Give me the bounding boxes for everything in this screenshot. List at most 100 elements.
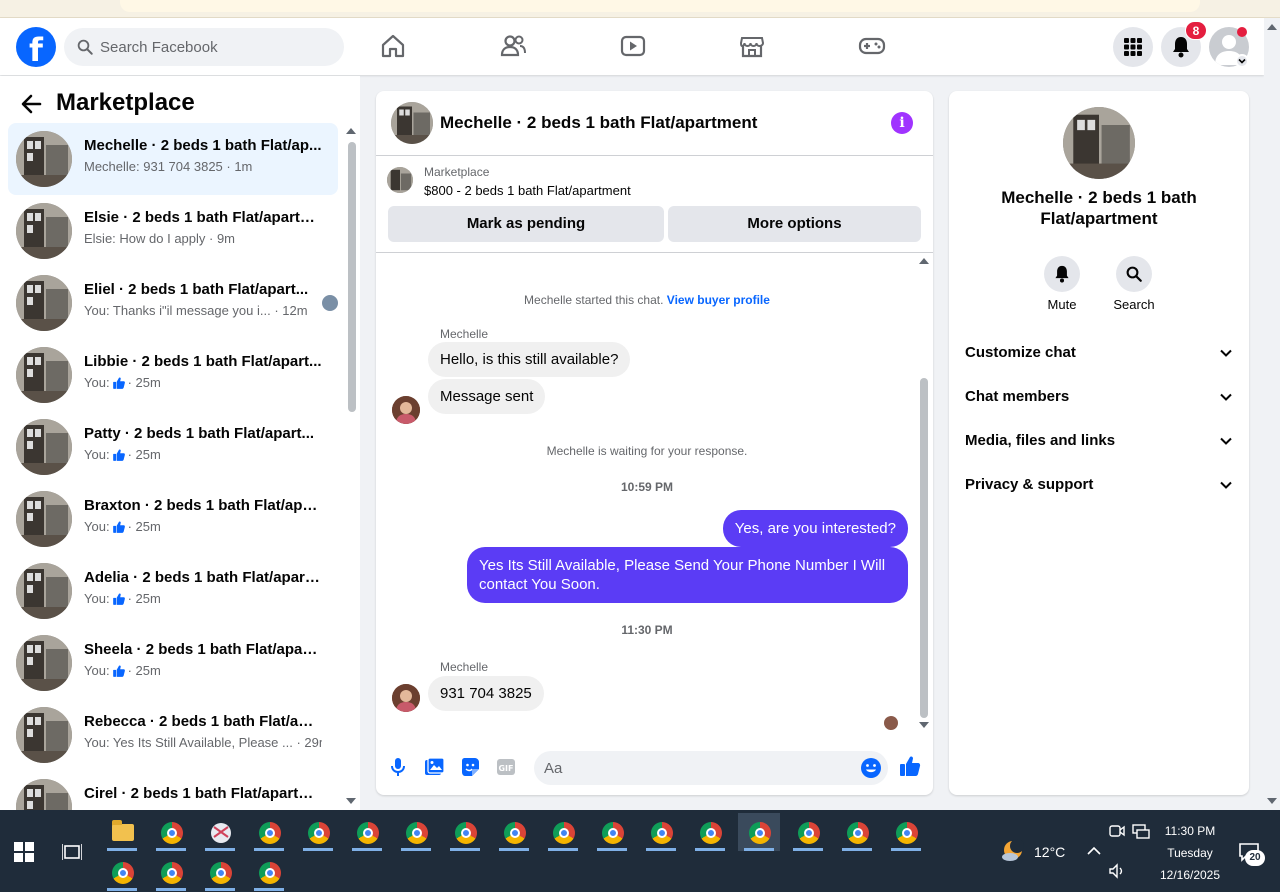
chat-title[interactable]: Mechelle · 2 beds 1 bath Flat/apartment (440, 113, 757, 133)
watch-icon[interactable] (619, 32, 647, 60)
media-files-links-row[interactable]: Media, files and links (949, 419, 1249, 463)
conversation-item[interactable]: Mechelle · 2 beds 1 bath Flat/ap... Meche… (8, 123, 338, 195)
chat-scrollbar[interactable] (918, 258, 930, 730)
snipping-tool-taskbar-button[interactable] (199, 813, 241, 851)
chrome-taskbar-button[interactable] (199, 853, 241, 891)
emoji-icon[interactable] (860, 757, 882, 779)
chrome-taskbar-button[interactable] (444, 813, 486, 851)
message-input[interactable] (544, 751, 844, 785)
conversation-preview: You: · 25m (84, 591, 322, 606)
mute-label: Mute (1047, 297, 1077, 312)
listing-thumbnail[interactable] (391, 102, 433, 144)
last-message: You: Yes Its Still Available, Please ...… (84, 735, 322, 750)
marketplace-icon[interactable] (738, 32, 766, 60)
chrome-icon (700, 822, 722, 844)
chrome-taskbar-button[interactable] (787, 813, 829, 851)
chrome-taskbar-button[interactable] (591, 813, 633, 851)
chat-started-note: Mechelle started this chat. View buyer p… (376, 293, 918, 307)
chat-panel: Mechelle · 2 beds 1 bath Flat/apartment … (376, 91, 933, 795)
sub-suffix: · 25m (127, 519, 161, 534)
incoming-message[interactable]: Message sent (428, 379, 546, 414)
chrome-taskbar-button[interactable] (101, 853, 143, 891)
conversation-item[interactable]: Eliel · 2 beds 1 bath Flat/apart... You: … (8, 267, 338, 339)
conversation-item[interactable]: Braxton · 2 beds 1 bath Flat/apar... You:… (8, 483, 338, 555)
search-in-chat-button[interactable]: Search (1104, 256, 1164, 312)
chat-members-row[interactable]: Chat members (949, 375, 1249, 419)
gif-icon[interactable]: GIF (495, 756, 517, 778)
message-composer: GIF (376, 743, 933, 795)
photo-icon[interactable] (423, 756, 445, 778)
search-input[interactable] (100, 28, 336, 66)
chrome-taskbar-button[interactable] (738, 813, 780, 851)
conversation-item[interactable]: Patty · 2 beds 1 bath Flat/apart... You: ·… (8, 411, 338, 483)
volume-icon[interactable] (1108, 862, 1126, 880)
listing-small-thumbnail[interactable] (387, 167, 413, 193)
conversation-item[interactable]: Rebecca · 2 beds 1 bath Flat/apa... You: … (8, 699, 338, 771)
row-label: Chat members (965, 388, 1070, 405)
chrome-taskbar-button[interactable] (150, 813, 192, 851)
system-clock[interactable]: 11:30 PM Tuesday 12/16/2025 (1150, 820, 1230, 886)
chevron-up-icon[interactable] (1085, 842, 1103, 860)
chevron-down-icon (1220, 393, 1232, 401)
snipping-tool-icon (211, 823, 231, 843)
thumbs-up-icon (112, 665, 125, 677)
chrome-taskbar-button[interactable] (395, 813, 437, 851)
chrome-taskbar-button[interactable] (542, 813, 584, 851)
chrome-taskbar-button[interactable] (885, 813, 927, 851)
more-options-button[interactable]: More options (668, 206, 921, 242)
chrome-taskbar-button[interactable] (150, 853, 192, 891)
incoming-message[interactable]: Hello, is this still available? (428, 342, 631, 377)
conversation-item[interactable]: Libbie · 2 beds 1 bath Flat/apart... You:… (8, 339, 338, 411)
back-arrow-icon[interactable] (20, 93, 42, 115)
file-explorer-taskbar-button[interactable] (101, 813, 143, 851)
chrome-taskbar-button[interactable] (248, 813, 290, 851)
page-scrollbar[interactable] (1264, 18, 1280, 810)
sub-suffix: · 25m (127, 447, 161, 462)
sticker-icon[interactable] (459, 756, 481, 778)
chrome-taskbar-button[interactable] (640, 813, 682, 851)
menu-button[interactable] (1113, 27, 1153, 67)
outgoing-message[interactable]: Yes Its Still Available, Please Send You… (467, 547, 908, 603)
chrome-taskbar-button[interactable] (297, 813, 339, 851)
customize-chat-row[interactable]: Customize chat (949, 331, 1249, 375)
account-chevron-down-icon[interactable] (1235, 54, 1249, 68)
grid-menu-icon (1124, 38, 1142, 56)
conversation-item[interactable]: Elsie · 2 beds 1 bath Flat/apartm... Elsi… (8, 195, 338, 267)
chrome-taskbar-button[interactable] (689, 813, 731, 851)
chrome-taskbar-button[interactable] (836, 813, 878, 851)
meet-now-icon[interactable] (1108, 822, 1126, 840)
microphone-icon[interactable] (387, 756, 409, 778)
mute-button[interactable]: Mute (1032, 256, 1092, 312)
bell-icon (1173, 37, 1189, 58)
listing-price[interactable]: $800 - 2 beds 1 bath Flat/apartment (424, 183, 631, 198)
search-icon (1126, 266, 1142, 282)
friends-icon[interactable] (499, 32, 527, 60)
inbox-scrollbar[interactable] (345, 128, 357, 808)
facebook-logo[interactable]: f (16, 27, 56, 67)
chrome-taskbar-button[interactable] (248, 853, 290, 891)
chrome-taskbar-button[interactable] (346, 813, 388, 851)
task-view-icon[interactable] (62, 842, 82, 862)
view-buyer-profile-link[interactable]: View buyer profile (667, 293, 770, 307)
sender-avatar[interactable] (392, 396, 420, 424)
search-box[interactable] (64, 28, 344, 66)
conversation-item[interactable]: Adelia · 2 beds 1 bath Flat/apart... You:… (8, 555, 338, 627)
sender-avatar[interactable] (392, 684, 420, 712)
gaming-icon[interactable] (858, 32, 886, 60)
details-thumbnail[interactable] (1063, 107, 1135, 179)
windows-taskbar: 12°C 11:30 PM Tuesday 12/16/2025 20 (0, 810, 1280, 892)
windows-start-icon[interactable] (14, 842, 34, 862)
chrome-taskbar-button[interactable] (493, 813, 535, 851)
home-icon[interactable] (379, 32, 407, 60)
privacy-support-row[interactable]: Privacy & support (949, 463, 1249, 507)
info-icon[interactable]: i (891, 112, 913, 134)
weather-moon-cloud-icon[interactable] (1000, 838, 1026, 864)
incoming-message[interactable]: 931 704 3825 (428, 676, 544, 711)
thumbs-up-icon[interactable] (898, 754, 922, 778)
network-icon[interactable] (1132, 822, 1150, 840)
browser-omnibox[interactable] (120, 0, 1200, 12)
mark-as-pending-button[interactable]: Mark as pending (388, 206, 664, 242)
outgoing-message[interactable]: Yes, are you interested? (722, 510, 908, 547)
conversation-item[interactable]: Sheela · 2 beds 1 bath Flat/apart... You:… (8, 627, 338, 699)
message-input-wrap[interactable] (534, 751, 888, 785)
